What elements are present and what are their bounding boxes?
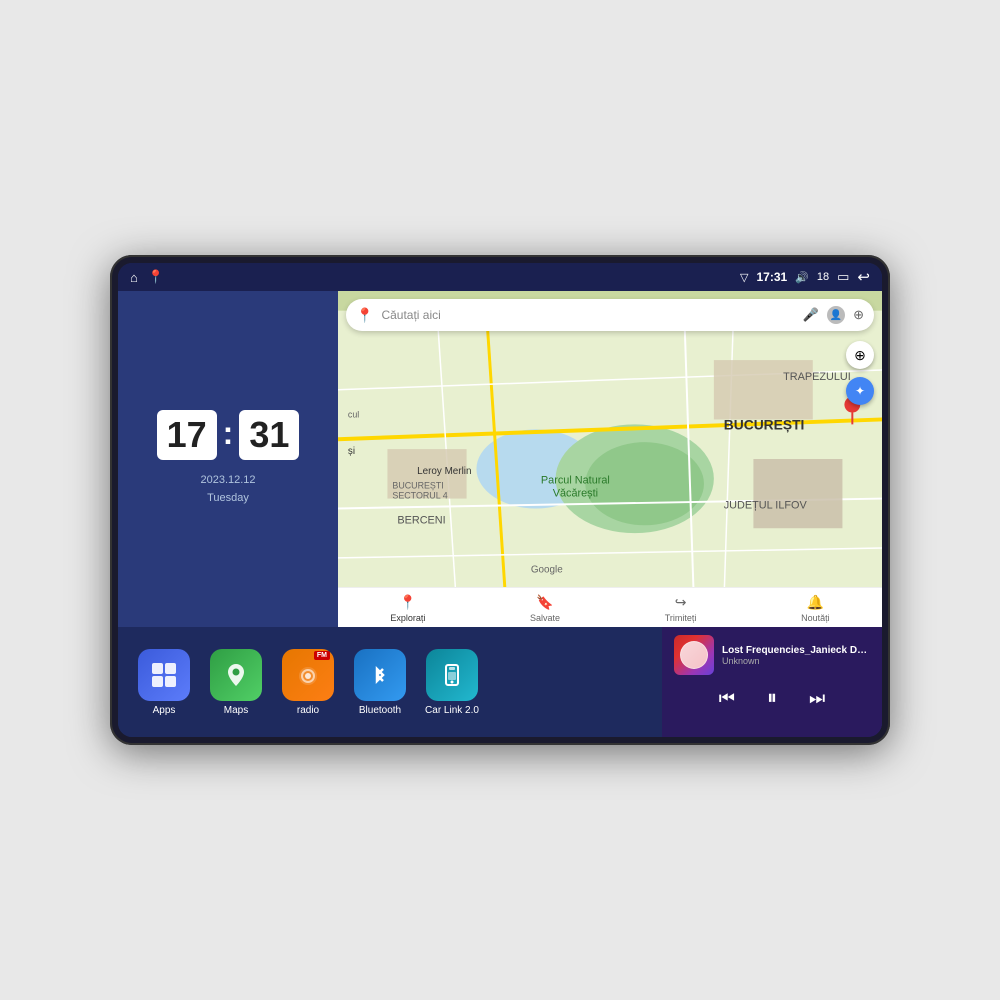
music-prev-button[interactable]: ⏮ (715, 684, 739, 713)
device-screen: ⌂ 📍 ▽ 17:31 🔊 18 ▭ ↩ 17 : (118, 263, 882, 737)
bottom-section: Apps Maps (118, 627, 882, 737)
album-art (674, 635, 714, 675)
map-nav-share[interactable]: ↪ Trimiteți (665, 594, 697, 623)
svg-text:JUDEȚUL ILFOV: JUDEȚUL ILFOV (724, 499, 808, 511)
svg-text:Google: Google (531, 565, 563, 576)
map-nav-saved[interactable]: 🔖 Salvate (530, 594, 560, 623)
music-player: Lost Frequencies_Janieck Devy-... Unknow… (662, 627, 882, 737)
share-icon: ↪ (675, 594, 687, 611)
clock-date: 2023.12.12 Tuesday (200, 472, 255, 507)
bookmark-icon: 🔖 (536, 594, 553, 611)
svg-text:SECTORUL 4: SECTORUL 4 (392, 491, 447, 501)
app-item-bluetooth[interactable]: Bluetooth (350, 649, 410, 716)
top-section: 17 : 31 2023.12.12 Tuesday (118, 291, 882, 627)
status-right: ▽ 17:31 🔊 18 ▭ ↩ (740, 268, 870, 286)
map-widget[interactable]: BUCUREȘTI JUDEȚUL ILFOV BERCENI TRAPEZUL… (338, 291, 882, 627)
map-location-button[interactable]: ⊕ (846, 341, 874, 369)
map-nav-explore-label: Explorați (390, 613, 425, 623)
clock-display: 17 : 31 (157, 410, 300, 460)
account-icon[interactable]: 👤 (827, 306, 845, 324)
apps-icon (138, 649, 190, 701)
car-head-unit: ⌂ 📍 ▽ 17:31 🔊 18 ▭ ↩ 17 : (110, 255, 890, 745)
map-bottom-bar: 📍 Explorați 🔖 Salvate ↪ Trimiteți 🔔 (338, 587, 882, 627)
clock-minutes: 31 (239, 410, 299, 460)
app-item-radio[interactable]: FM radio (278, 649, 338, 716)
crosshair-icon: ⊕ (854, 347, 866, 364)
svg-text:BUCUREȘTI: BUCUREȘTI (392, 481, 443, 491)
status-time: 17:31 (756, 270, 787, 284)
signal-icon: ▽ (740, 271, 748, 284)
radio-label: radio (297, 705, 319, 716)
bell-icon: 🔔 (807, 594, 824, 611)
status-left: ⌂ 📍 (130, 269, 164, 285)
compass-icon: ✦ (855, 384, 865, 398)
layers-icon[interactable]: ⊕ (853, 307, 864, 323)
maps-label: Maps (224, 705, 248, 716)
location-pin-icon[interactable]: 📍 (148, 269, 164, 285)
clock-hours: 17 (157, 410, 217, 460)
bluetooth-icon (354, 649, 406, 701)
svg-text:BUCUREȘTI: BUCUREȘTI (724, 416, 805, 432)
album-art-image (674, 635, 714, 675)
map-nav-saved-label: Salvate (530, 613, 560, 623)
radio-icon: FM (282, 649, 334, 701)
app-item-carlink[interactable]: Car Link 2.0 (422, 649, 482, 716)
music-next-button[interactable]: ⏭ (805, 684, 829, 713)
home-icon[interactable]: ⌂ (130, 270, 138, 285)
status-bar: ⌂ 📍 ▽ 17:31 🔊 18 ▭ ↩ (118, 263, 882, 291)
apps-label: Apps (153, 705, 176, 716)
volume-icon: 🔊 (795, 271, 809, 284)
apps-grid: Apps Maps (118, 627, 662, 737)
voice-search-icon[interactable]: 🎤 (803, 307, 819, 323)
album-face-graphic (680, 641, 708, 669)
music-info-row: Lost Frequencies_Janieck Devy-... Unknow… (674, 635, 870, 675)
map-nav-news[interactable]: 🔔 Noutăți (801, 594, 830, 623)
map-nav-explore[interactable]: 📍 Explorați (390, 594, 425, 623)
map-search-placeholder[interactable]: Căutați aici (381, 308, 802, 322)
music-artist: Unknown (722, 656, 870, 666)
svg-text:Parcul Natural: Parcul Natural (541, 475, 610, 487)
svg-text:și: și (348, 446, 355, 457)
carlink-label: Car Link 2.0 (425, 705, 479, 716)
map-search-bar[interactable]: 📍 Căutați aici 🎤 👤 ⊕ (346, 299, 874, 331)
app-item-apps[interactable]: Apps (134, 649, 194, 716)
bluetooth-label: Bluetooth (359, 705, 401, 716)
svg-text:Leroy Merlin: Leroy Merlin (417, 466, 471, 477)
music-title: Lost Frequencies_Janieck Devy-... (722, 645, 870, 656)
svg-text:cul: cul (348, 409, 359, 419)
map-search-actions: 🎤 👤 ⊕ (803, 306, 864, 324)
svg-text:TRAPEZULUI: TRAPEZULUI (783, 371, 851, 383)
back-icon[interactable]: ↩ (857, 268, 870, 286)
map-pin-icon: 📍 (356, 307, 373, 324)
app-item-maps[interactable]: Maps (206, 649, 266, 716)
carlink-icon (426, 649, 478, 701)
battery-icon: ▭ (837, 269, 849, 285)
battery-level: 18 (817, 271, 829, 283)
map-compass-button[interactable]: ✦ (846, 377, 874, 405)
music-controls: ⏮ ⏸ ⏭ (674, 683, 870, 714)
clock-separator: : (223, 415, 234, 452)
map-nav-news-label: Noutăți (801, 613, 830, 623)
explore-icon: 📍 (399, 594, 416, 611)
music-play-pause-button[interactable]: ⏸ (763, 683, 781, 714)
maps-icon (210, 649, 262, 701)
clock-widget: 17 : 31 2023.12.12 Tuesday (118, 291, 338, 627)
svg-text:BERCENI: BERCENI (397, 514, 445, 526)
main-content: 17 : 31 2023.12.12 Tuesday (118, 291, 882, 737)
svg-text:Văcărești: Văcărești (553, 488, 598, 500)
map-nav-share-label: Trimiteți (665, 613, 697, 623)
music-text-info: Lost Frequencies_Janieck Devy-... Unknow… (722, 645, 870, 666)
